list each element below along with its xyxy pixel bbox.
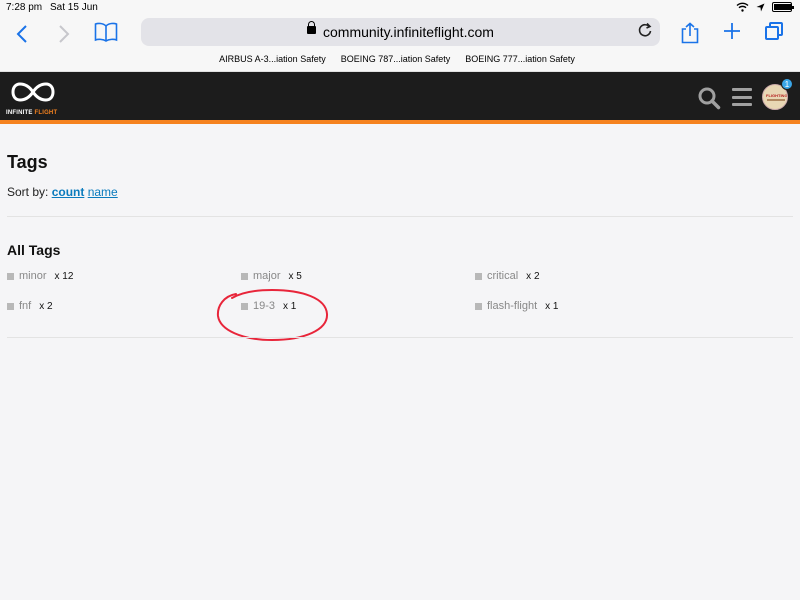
- divider: [7, 216, 793, 217]
- battery-icon: [772, 2, 794, 12]
- address-bar[interactable]: community.infiniteflight.com: [141, 18, 660, 46]
- tag-square-icon: [7, 302, 14, 310]
- page-title: Tags: [7, 152, 48, 172]
- bookmarks-button[interactable]: [94, 22, 118, 45]
- tag-count: x 2: [526, 270, 540, 282]
- new-tab-button[interactable]: [723, 22, 741, 44]
- sort-label: Sort by:: [7, 185, 52, 199]
- tag-name[interactable]: flash-flight: [487, 300, 537, 312]
- divider: [7, 337, 793, 338]
- browser-toolbar: community.infiniteflight.com AIRBUS A-3.…: [0, 16, 800, 72]
- avatar-text: FLIGHTING: [766, 93, 788, 98]
- tag-square-icon: [475, 302, 482, 310]
- red-annotation-circle: [216, 288, 329, 342]
- share-icon: [681, 22, 699, 44]
- site-header: INFINITE FLIGHT: [0, 72, 800, 120]
- bookmark-boeing-777[interactable]: BOEING 777...iation Safety: [465, 54, 575, 64]
- bookmark-boeing-787[interactable]: BOEING 787...iation Safety: [341, 54, 451, 64]
- sort-name-link[interactable]: name: [88, 185, 118, 199]
- share-button[interactable]: [681, 22, 699, 48]
- bookmarks-bar: AIRBUS A-3...iation Safety BOEING 787...…: [0, 54, 800, 64]
- notification-badge[interactable]: 1: [781, 78, 793, 90]
- reload-button[interactable]: [638, 22, 652, 42]
- chevron-left-icon: [16, 25, 27, 43]
- tag-square-icon: [475, 272, 482, 280]
- menu-bar-icon: [732, 88, 752, 91]
- back-button[interactable]: [16, 24, 28, 47]
- site-logo[interactable]: INFINITE FLIGHT: [6, 78, 62, 116]
- menu-bar-icon: [732, 95, 752, 99]
- tag-count: x 2: [39, 300, 53, 312]
- tag-square-icon: [7, 272, 14, 280]
- reload-icon: [638, 22, 652, 37]
- hamburger-menu-button[interactable]: [732, 88, 752, 106]
- tag-count: x 12: [54, 270, 74, 282]
- tag-count: x 1: [545, 300, 559, 312]
- tag-item[interactable]: minor x 12: [7, 270, 73, 282]
- status-icons: [736, 2, 794, 12]
- menu-bar-icon: [732, 103, 752, 106]
- tag-item[interactable]: flash-flight x 1: [475, 300, 558, 312]
- tag-name[interactable]: minor: [19, 270, 47, 282]
- status-bar: 7:28 pm Sat 15 Jun: [0, 0, 800, 16]
- tag-name[interactable]: major: [253, 270, 281, 282]
- lock-icon: [307, 21, 316, 34]
- section-title: All Tags: [7, 242, 61, 258]
- sort-by: Sort by: count name: [7, 185, 118, 199]
- bookmark-airbus[interactable]: AIRBUS A-3...iation Safety: [219, 54, 326, 64]
- tag-item[interactable]: fnf x 2: [7, 300, 53, 312]
- search-button[interactable]: [697, 86, 721, 110]
- header-accent-line: [0, 120, 800, 124]
- chevron-right-icon: [59, 25, 70, 43]
- wifi-icon: [736, 2, 749, 12]
- sort-count-link[interactable]: count: [52, 185, 85, 199]
- tabs-icon: [765, 22, 783, 40]
- tag-name[interactable]: fnf: [19, 300, 31, 312]
- location-icon: [756, 3, 765, 11]
- tag-square-icon: [241, 272, 248, 280]
- forward-button[interactable]: [58, 24, 70, 47]
- tabs-button[interactable]: [765, 22, 783, 40]
- url-text: community.infiniteflight.com: [323, 24, 494, 40]
- tag-item[interactable]: critical x 2: [475, 270, 540, 282]
- status-date: Sat 15 Jun: [50, 2, 98, 13]
- book-icon: [94, 22, 118, 42]
- search-icon: [698, 87, 721, 110]
- status-time: 7:28 pm: [6, 2, 43, 13]
- plus-icon: [724, 23, 740, 39]
- tag-count: x 5: [288, 270, 302, 282]
- logo-text: INFINITE FLIGHT: [6, 110, 58, 116]
- infinite-flight-logo-icon: [11, 82, 55, 102]
- tag-name[interactable]: critical: [487, 270, 518, 282]
- tag-item[interactable]: major x 5: [241, 270, 302, 282]
